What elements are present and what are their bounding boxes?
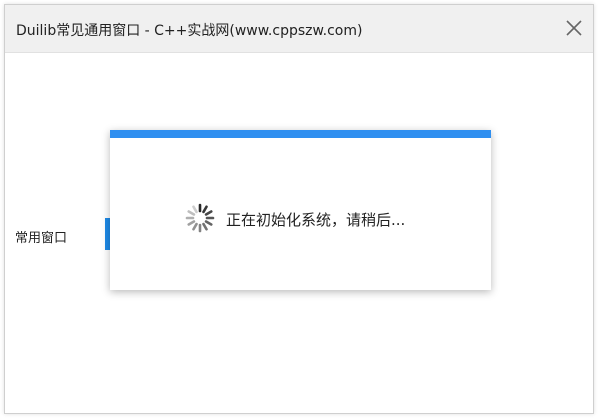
- spinner-spoke: [204, 210, 213, 216]
- close-button[interactable]: [563, 17, 585, 39]
- spinner-spoke: [192, 222, 198, 231]
- main-window: Duilib常见通用窗口 - C++实战网(www.cppszw.com) 常用…: [4, 4, 594, 414]
- spinner-spoke: [192, 205, 198, 214]
- window-title: Duilib常见通用窗口 - C++实战网(www.cppszw.com): [16, 23, 363, 39]
- spinner-spoke: [187, 210, 196, 216]
- close-icon: [566, 20, 582, 36]
- spinner-spoke: [187, 220, 196, 226]
- title-bar[interactable]: Duilib常见通用窗口 - C++实战网(www.cppszw.com): [5, 5, 593, 53]
- spinner-icon: [185, 203, 215, 233]
- spinner-spoke: [202, 205, 208, 214]
- loading-message: 正在初始化系统，请稍后...: [226, 211, 406, 229]
- loading-dialog: 正在初始化系统，请稍后...: [110, 130, 491, 290]
- common-window-label: 常用窗口: [15, 231, 68, 246]
- spinner-spoke: [204, 220, 213, 226]
- spinner-spoke: [202, 222, 208, 231]
